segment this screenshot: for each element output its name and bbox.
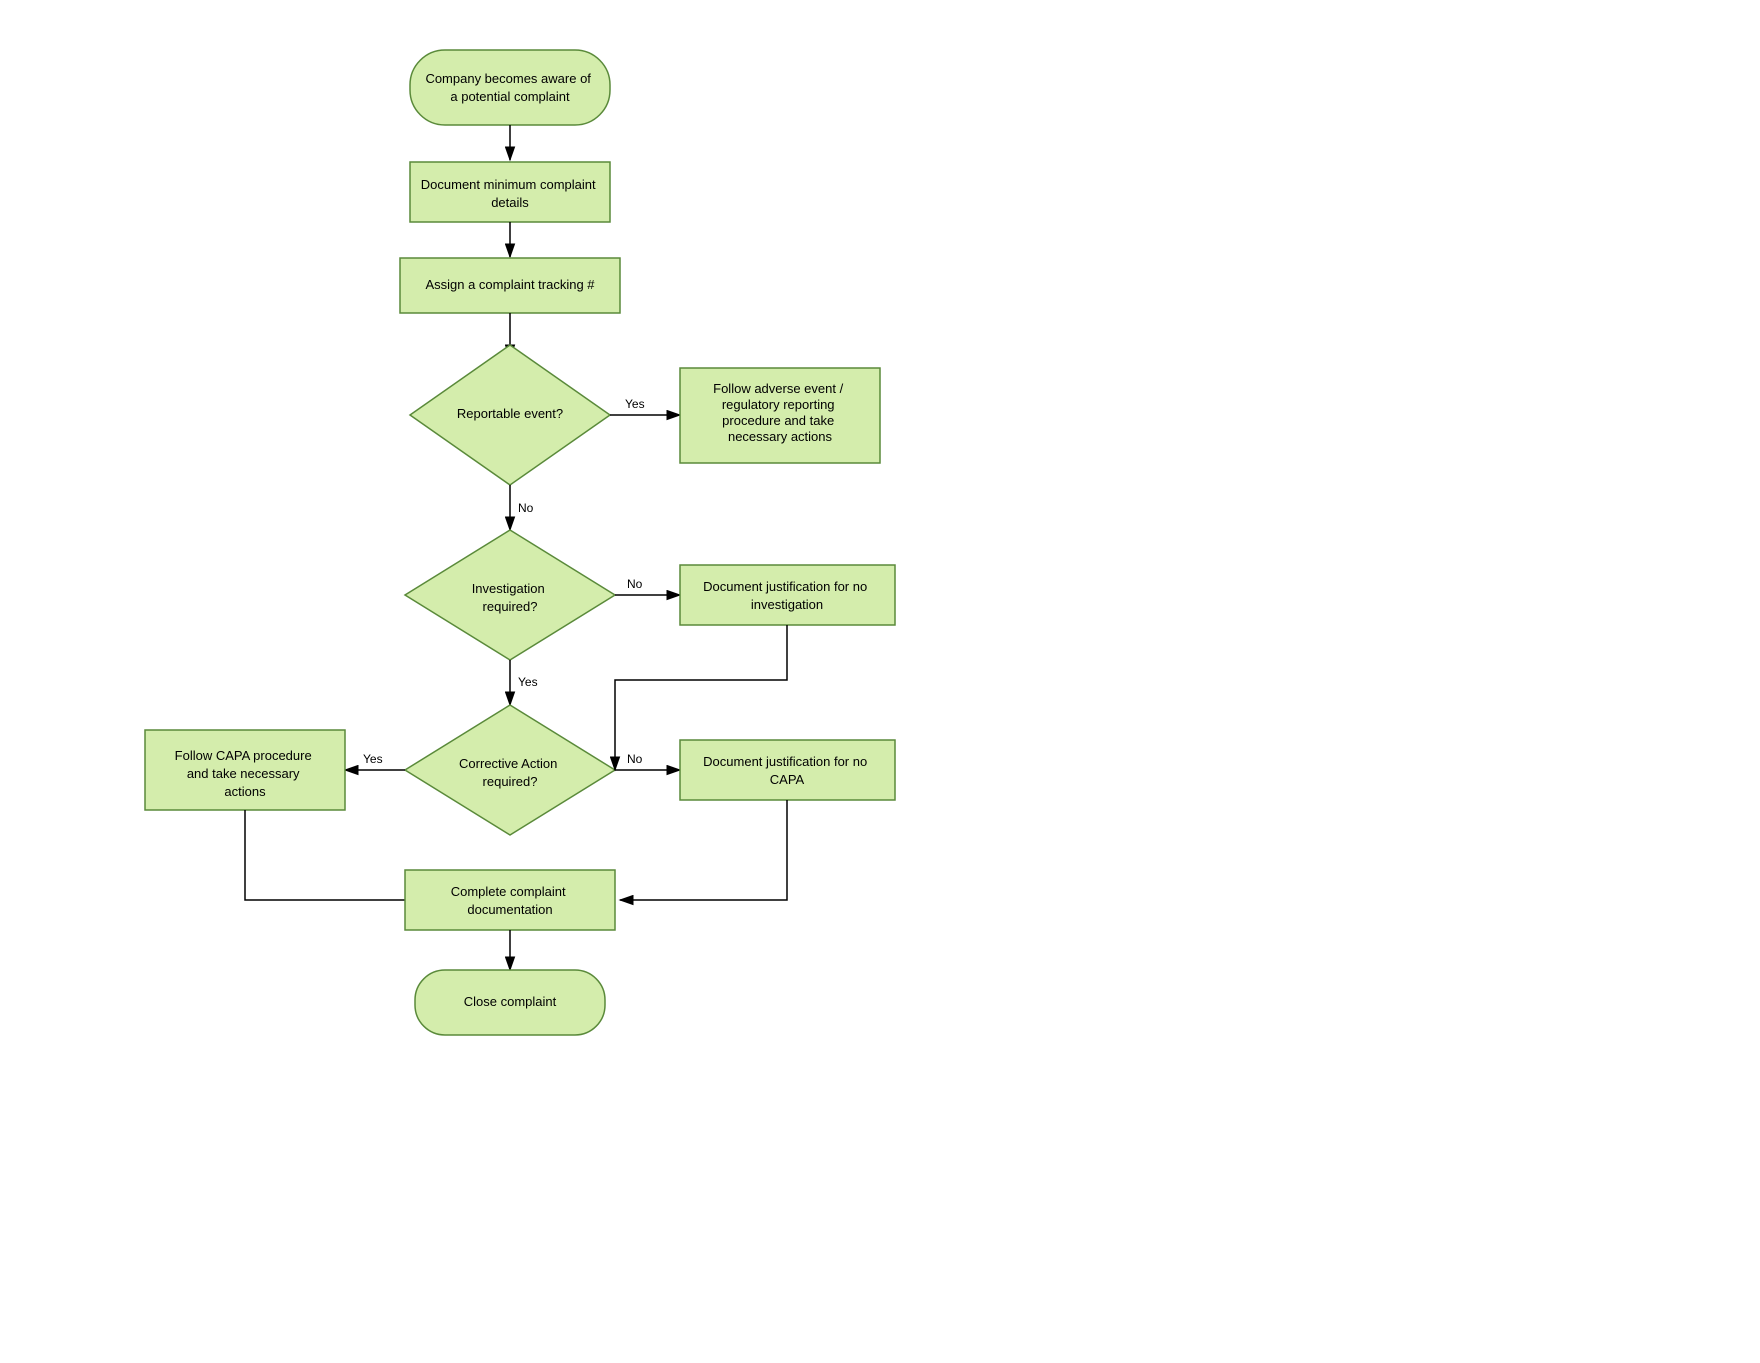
reportable-label: Reportable event?: [457, 406, 563, 421]
assign-tracking-label: Assign a complaint tracking #: [425, 277, 595, 292]
complete-doc-node: [405, 870, 615, 930]
label-yes-reportable: Yes: [625, 397, 645, 411]
label-yes-investigation: Yes: [518, 675, 538, 689]
flowchart-container: Company becomes aware of a potential com…: [0, 0, 1760, 1360]
close-label: Close complaint: [464, 994, 557, 1009]
arrow-nocapa-completedoc: [620, 800, 787, 900]
adverse-event-label: Follow adverse event / regulatory report…: [713, 381, 847, 444]
no-investigation-node: [680, 565, 895, 625]
label-yes-ca: Yes: [363, 752, 383, 766]
no-capa-node: [680, 740, 895, 800]
label-no-reportable: No: [518, 501, 534, 515]
label-no-ca: No: [627, 752, 643, 766]
arrow-capa-completedoc: [245, 810, 420, 900]
label-no-investigation: No: [627, 577, 643, 591]
start-node: [410, 50, 610, 125]
